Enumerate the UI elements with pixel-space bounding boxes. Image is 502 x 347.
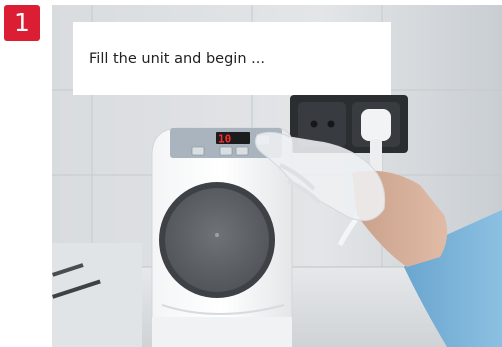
display-digits: 10 (218, 133, 231, 146)
caption-box: Fill the unit and begin ... (73, 22, 391, 95)
caption-text: Fill the unit and begin ... (89, 50, 265, 67)
step-card: 1 10 Fill the unit and begin ... (0, 0, 502, 347)
step-number-badge: 1 (4, 5, 40, 41)
